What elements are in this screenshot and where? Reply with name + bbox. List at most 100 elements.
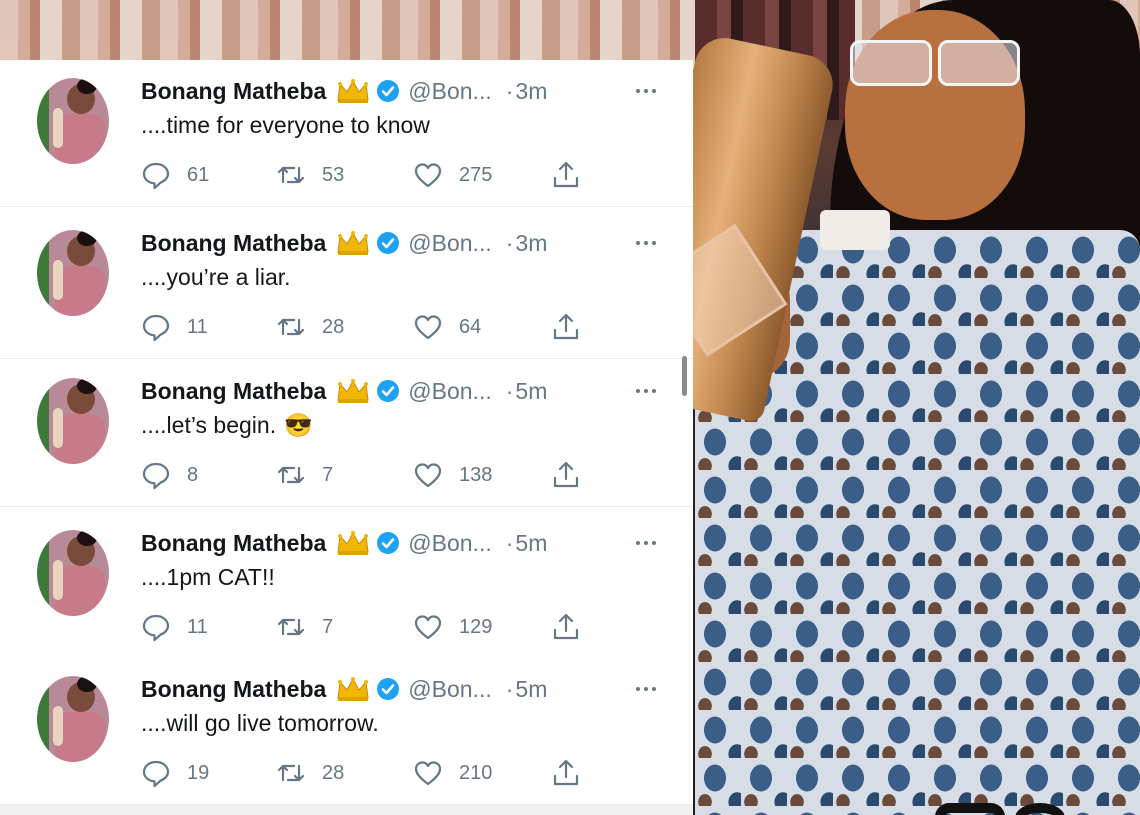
- handle[interactable]: @Bon...: [408, 230, 491, 257]
- timestamp[interactable]: 3m: [515, 78, 547, 105]
- more-icon[interactable]: [636, 678, 664, 700]
- handle[interactable]: @Bon...: [408, 378, 491, 405]
- timestamp[interactable]: 5m: [515, 676, 547, 703]
- tweet-actions: 11 7 129: [141, 612, 581, 642]
- display-name[interactable]: Bonang Matheba: [141, 378, 326, 405]
- like-button[interactable]: 275: [413, 160, 492, 190]
- retweet-button[interactable]: 7: [276, 460, 333, 490]
- retweet-button[interactable]: 53: [276, 160, 344, 190]
- separator-dot: ·: [505, 377, 514, 404]
- share-icon: [553, 759, 579, 786]
- retweet-icon: [277, 466, 305, 484]
- retweet-icon: [277, 764, 305, 782]
- like-button[interactable]: 210: [413, 758, 492, 788]
- like-count: 64: [459, 315, 482, 338]
- handle[interactable]: @Bon...: [408, 676, 491, 703]
- share-icon: [553, 461, 579, 488]
- retweet-icon: [277, 618, 305, 636]
- separator-dot: ·: [505, 675, 514, 702]
- tweet[interactable]: Bonang Matheba @Bon... · 3m ....time for…: [0, 60, 693, 207]
- reply-icon: [142, 462, 170, 490]
- display-name[interactable]: Bonang Matheba: [141, 230, 326, 257]
- share-button[interactable]: [551, 612, 581, 642]
- timestamp[interactable]: 5m: [515, 378, 547, 405]
- tweet-header: Bonang Matheba @Bon... · 3m: [141, 76, 547, 106]
- share-button[interactable]: [551, 758, 581, 788]
- share-button[interactable]: [551, 312, 581, 342]
- photo-collar: [820, 210, 890, 250]
- retweet-icon: [277, 318, 305, 336]
- like-count: 275: [459, 163, 493, 186]
- photo-sunglasses: [850, 40, 1020, 86]
- reply-count: 19: [187, 761, 210, 784]
- handle[interactable]: @Bon...: [408, 530, 491, 557]
- more-icon[interactable]: [636, 232, 664, 254]
- share-icon: [553, 161, 579, 188]
- display-name[interactable]: Bonang Matheba: [141, 78, 326, 105]
- reply-icon: [142, 760, 170, 788]
- verified-badge-icon: [377, 678, 400, 700]
- avatar[interactable]: [37, 230, 109, 316]
- share-icon: [553, 313, 579, 340]
- more-icon[interactable]: [636, 532, 664, 554]
- avatar[interactable]: [37, 78, 109, 164]
- reply-button[interactable]: 11: [141, 612, 208, 642]
- reply-icon: [142, 614, 170, 642]
- reply-count: 61: [187, 163, 210, 186]
- like-count: 138: [459, 463, 493, 486]
- reply-button[interactable]: 19: [141, 758, 209, 788]
- crown-icon: [337, 231, 369, 255]
- tweet-header: Bonang Matheba @Bon... · 3m: [141, 228, 547, 258]
- tweet-text: ....you’re a liar.: [141, 264, 291, 290]
- like-count: 210: [459, 761, 493, 784]
- separator-dot: ·: [505, 529, 514, 556]
- verified-badge-icon: [377, 380, 400, 402]
- display-name[interactable]: Bonang Matheba: [141, 676, 326, 703]
- tweet[interactable]: Bonang Matheba @Bon... · 5m ....will go …: [0, 658, 693, 805]
- tweet-header: Bonang Matheba @Bon... · 5m: [141, 528, 547, 558]
- avatar[interactable]: [37, 676, 109, 762]
- like-button[interactable]: 129: [413, 612, 492, 642]
- reply-button[interactable]: 11: [141, 312, 208, 342]
- heart-icon: [414, 315, 442, 340]
- timestamp[interactable]: 5m: [515, 530, 547, 557]
- display-name[interactable]: Bonang Matheba: [141, 530, 326, 557]
- handle[interactable]: @Bon...: [408, 78, 491, 105]
- heart-icon: [414, 163, 442, 188]
- reply-count: 11: [187, 315, 208, 338]
- timestamp[interactable]: 3m: [515, 230, 547, 257]
- heart-icon: [414, 463, 442, 488]
- like-button[interactable]: 64: [413, 312, 481, 342]
- tweet-text: ....let’s begin. 😎: [141, 412, 313, 438]
- reply-icon: [142, 314, 170, 342]
- retweet-icon: [277, 166, 305, 184]
- tweet-actions: 11 28 64: [141, 312, 581, 342]
- retweet-button[interactable]: 28: [276, 312, 344, 342]
- more-icon[interactable]: [636, 380, 664, 402]
- verified-badge-icon: [377, 232, 400, 254]
- tweet[interactable]: Bonang Matheba @Bon... · 3m ....you’re a…: [0, 212, 693, 359]
- tweet-text: ....will go live tomorrow.: [141, 710, 379, 736]
- share-button[interactable]: [551, 160, 581, 190]
- reply-icon: [142, 162, 170, 190]
- tweet-actions: 19 28 210: [141, 758, 581, 788]
- scrollbar-thumb[interactable]: [682, 356, 687, 396]
- crown-icon: [337, 379, 369, 403]
- retweet-count: 7: [322, 615, 334, 638]
- verified-badge-icon: [377, 532, 400, 554]
- retweet-button[interactable]: 28: [276, 758, 344, 788]
- reply-button[interactable]: 61: [141, 160, 209, 190]
- avatar[interactable]: [37, 378, 109, 464]
- retweet-count: 28: [322, 315, 345, 338]
- more-icon[interactable]: [636, 80, 664, 102]
- share-button[interactable]: [551, 460, 581, 490]
- tweet[interactable]: Bonang Matheba @Bon... · 5m ....let’s be…: [0, 360, 693, 507]
- reply-count: 11: [187, 615, 208, 638]
- reply-button[interactable]: 8: [141, 460, 198, 490]
- like-button[interactable]: 138: [413, 460, 492, 490]
- tweet[interactable]: Bonang Matheba @Bon... · 5m ....1pm CAT!…: [0, 512, 693, 659]
- verified-badge-icon: [377, 80, 400, 102]
- tweet-list: Bonang Matheba @Bon... · 3m ....time for…: [0, 60, 693, 805]
- avatar[interactable]: [37, 530, 109, 616]
- retweet-button[interactable]: 7: [276, 612, 333, 642]
